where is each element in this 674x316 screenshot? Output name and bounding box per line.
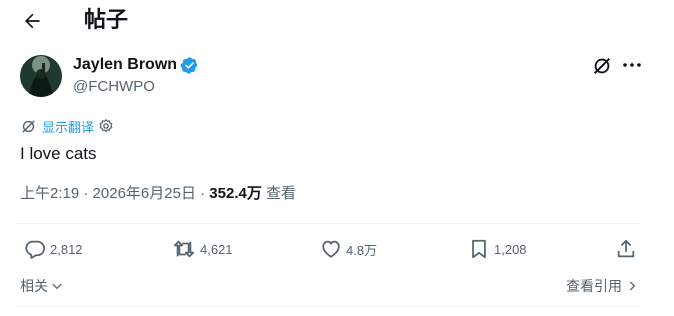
share-button[interactable] [615, 238, 637, 260]
translate-icon [22, 119, 35, 133]
repost-button[interactable]: 4,621 [172, 238, 233, 260]
divider [16, 223, 640, 224]
views-label: 查看 [266, 185, 297, 202]
reply-button[interactable]: 2,812 [24, 238, 83, 260]
settings-icon[interactable] [98, 118, 114, 134]
back-button[interactable] [16, 6, 48, 36]
more-icon[interactable] [621, 57, 643, 73]
like-icon [322, 240, 340, 258]
meta-separator: · [200, 185, 206, 202]
chevron-right-icon [629, 281, 636, 291]
reply-count: 2,812 [50, 241, 83, 257]
meta-separator: · [83, 185, 89, 202]
view-quotes-label: 查看引用 [566, 278, 622, 294]
grok-icon[interactable] [591, 55, 613, 77]
views-count: 352.4万 [209, 185, 262, 202]
repost-count: 4,621 [200, 241, 233, 257]
chevron-down-icon [52, 283, 62, 290]
bookmark-button[interactable]: 1,208 [468, 238, 527, 260]
avatar[interactable] [20, 55, 62, 97]
bookmark-icon [472, 239, 486, 259]
view-quotes-link[interactable]: 查看引用 [566, 276, 639, 296]
share-icon [617, 239, 635, 258]
bookmark-count: 1,208 [494, 241, 527, 257]
page-title: 帖子 [84, 7, 129, 32]
verified-badge-icon [180, 57, 198, 74]
post-meta: 上午2:19 · 2026年6月25日 · 352.4万 查看 [20, 184, 296, 204]
author-handle[interactable]: @FCHWPO [73, 77, 155, 97]
author-name[interactable]: Jaylen Brown [73, 54, 177, 76]
post-text: I love cats [20, 144, 97, 163]
post-date[interactable]: 2026年6月25日 [93, 185, 196, 202]
reply-icon [25, 240, 46, 259]
repost-icon [173, 240, 195, 258]
divider [16, 306, 640, 307]
related-label: 相关 [20, 278, 48, 294]
related-dropdown[interactable]: 相关 [20, 276, 64, 296]
translate-row: 显示翻译 [20, 116, 114, 136]
top-header: 帖子 [0, 0, 674, 42]
post-time[interactable]: 上午2:19 [20, 185, 79, 202]
like-count: 4.8万 [346, 242, 378, 258]
show-translation-link[interactable]: 显示翻译 [42, 117, 94, 136]
like-button[interactable]: 4.8万 [320, 238, 377, 260]
back-arrow-icon [25, 13, 40, 29]
